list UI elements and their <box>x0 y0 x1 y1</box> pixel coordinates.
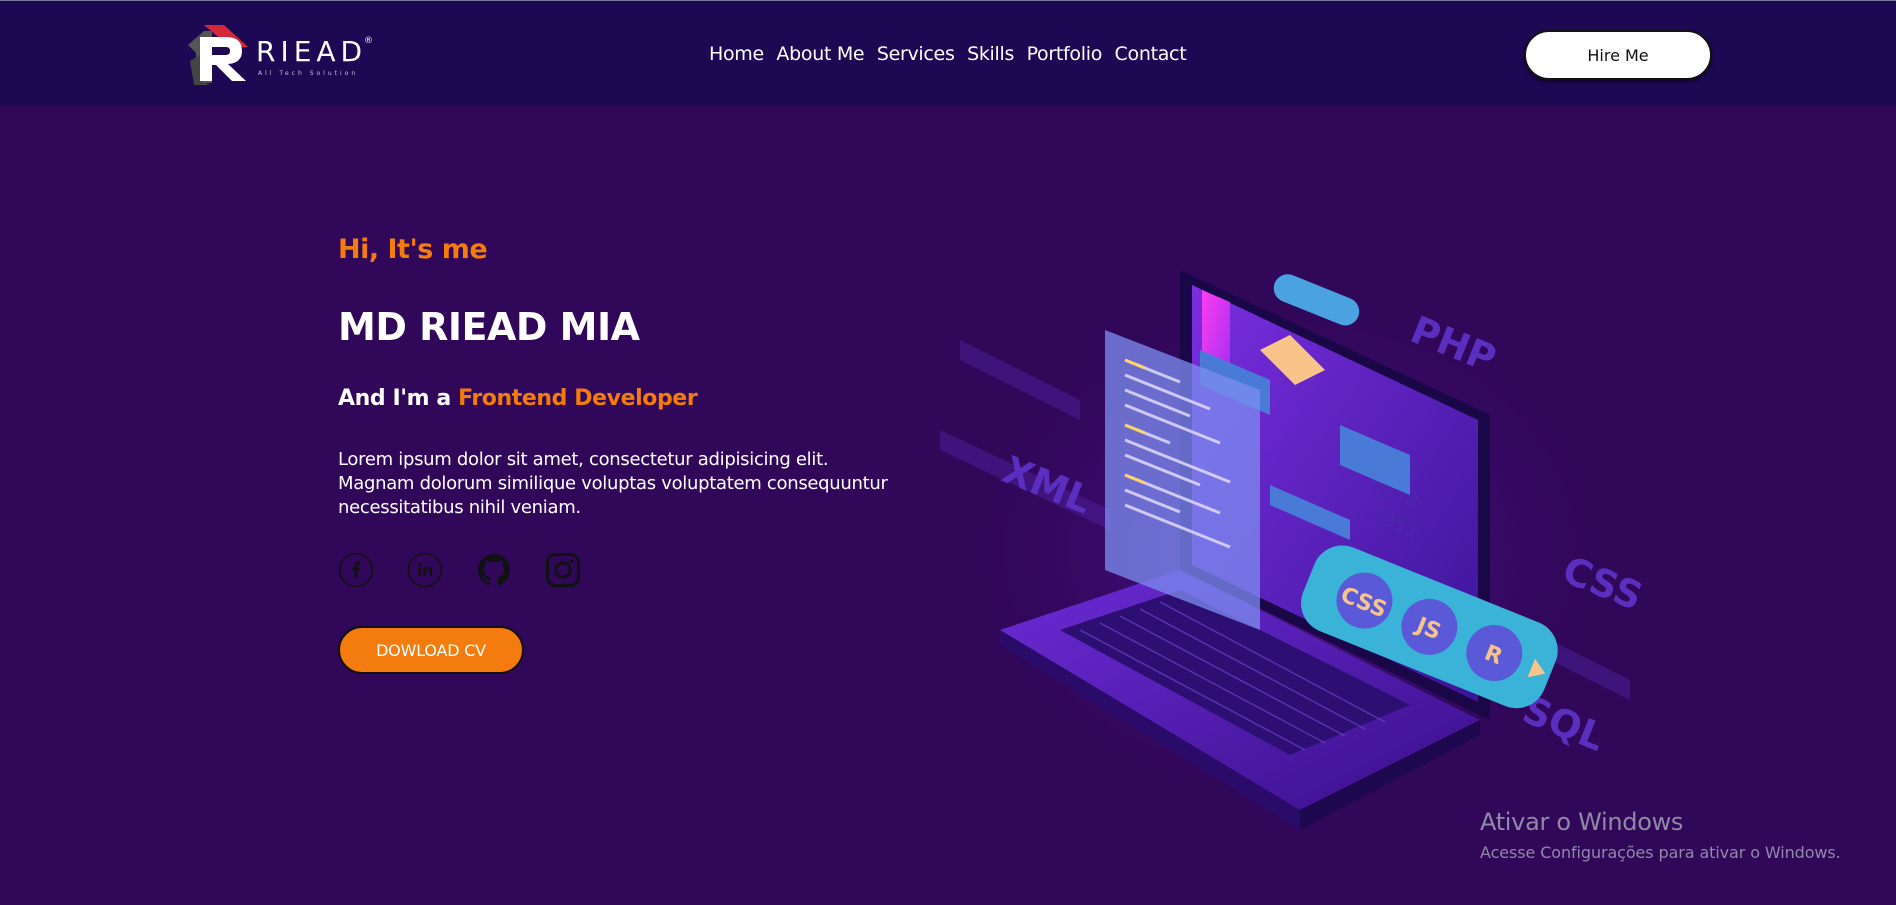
role-highlight: Frontend Developer <box>458 386 698 411</box>
role-prefix: And I'm a <box>338 386 459 411</box>
instagram-icon <box>546 553 580 587</box>
hero-role: And I'm a Frontend Developer <box>338 386 698 411</box>
logo-mark-icon <box>188 25 248 85</box>
site-header: RIEAD ® All Tech Solution Home About Me … <box>0 0 1896 106</box>
download-cv-button[interactable]: DOWLOAD CV <box>338 626 524 674</box>
logo-subtitle: All Tech Solution <box>258 70 359 77</box>
windows-activation-title: Ativar o Windows <box>1480 808 1684 836</box>
nav-home[interactable]: Home <box>709 43 764 65</box>
laptop-illustration: PHP XML CSS SQL 1001 0110 1011 <box>940 270 1649 830</box>
logo-registered: ® <box>364 36 373 46</box>
facebook-icon <box>338 552 374 588</box>
linkedin-link[interactable] <box>407 552 443 588</box>
main-nav: Home About Me Services Skills Portfolio … <box>709 43 1199 65</box>
nav-contact[interactable]: Contact <box>1115 43 1187 65</box>
facebook-link[interactable] <box>338 552 374 588</box>
hero-description: Lorem ipsum dolor sit amet, consectetur … <box>338 449 888 518</box>
hire-me-button[interactable]: Hire Me <box>1524 30 1712 80</box>
nav-portfolio[interactable]: Portfolio <box>1027 43 1103 65</box>
github-icon <box>478 554 510 586</box>
github-link[interactable] <box>476 552 512 588</box>
nav-services[interactable]: Services <box>877 43 955 65</box>
hero-name: MD RIEAD MIA <box>338 305 640 349</box>
logo[interactable]: RIEAD ® All Tech Solution <box>186 23 376 85</box>
logo-text: RIEAD <box>256 35 368 68</box>
nav-skills[interactable]: Skills <box>967 43 1014 65</box>
instagram-link[interactable] <box>545 552 581 588</box>
greeting: Hi, It's me <box>338 234 488 265</box>
linkedin-icon <box>407 552 443 588</box>
social-links <box>338 552 614 588</box>
windows-activation-subtitle: Acesse Configurações para ativar o Windo… <box>1480 843 1841 862</box>
nav-about-me[interactable]: About Me <box>776 43 864 65</box>
